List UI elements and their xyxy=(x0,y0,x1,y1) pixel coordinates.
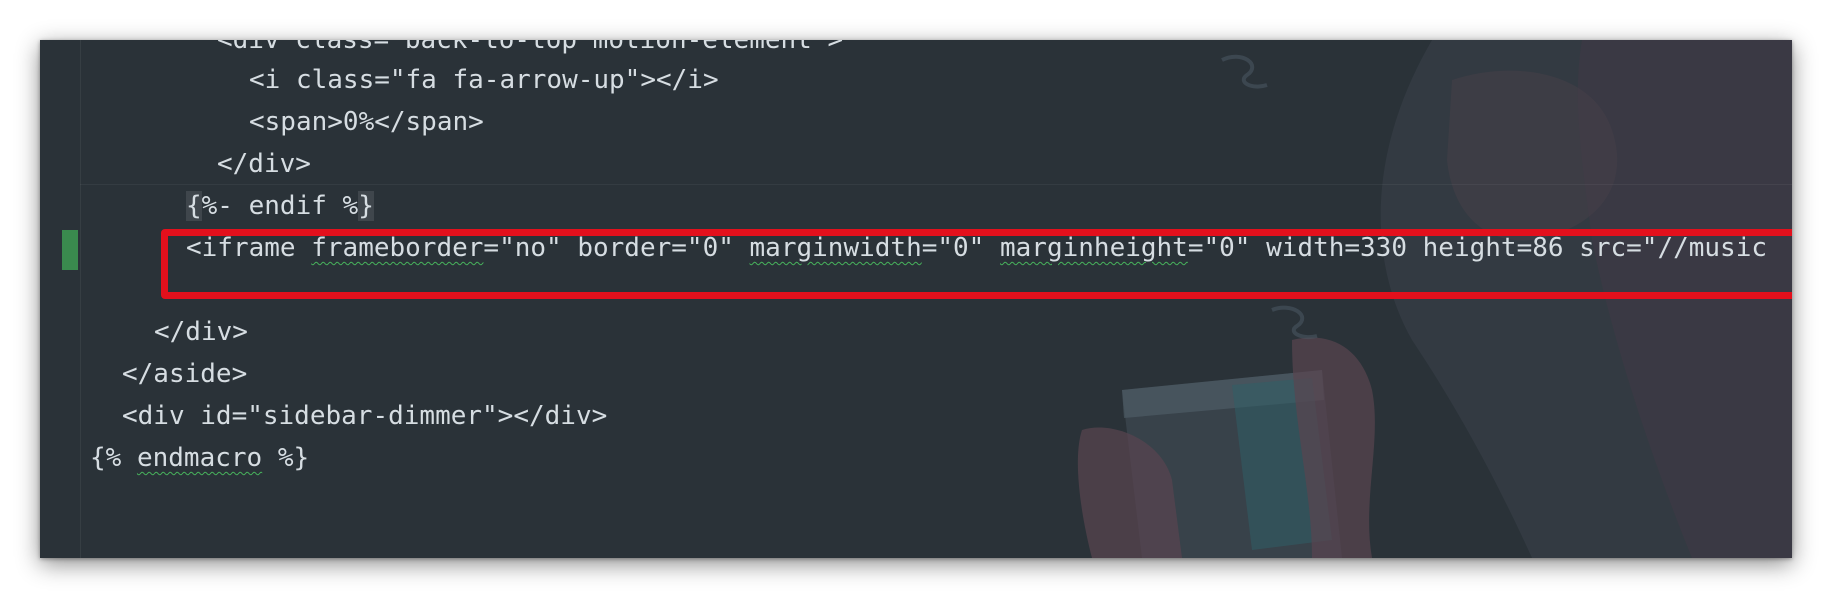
code-line[interactable]: <div class="back-to-top motion-element"> xyxy=(217,40,843,61)
macro-open: {% xyxy=(90,443,137,473)
code-line[interactable]: </div> xyxy=(217,143,311,185)
endif-text: %- endif % xyxy=(201,191,359,221)
code-line[interactable]: <i class="fa fa-arrow-up"></i> xyxy=(249,59,719,101)
code-line-endif[interactable]: {%- endif %} xyxy=(186,185,374,227)
matching-brace-close: } xyxy=(358,191,374,221)
macro-close: %} xyxy=(262,443,310,473)
code-line[interactable]: <span>0%</span> xyxy=(249,101,484,143)
endmacro-keyword: endmacro xyxy=(136,443,263,473)
code-line[interactable]: </aside> xyxy=(122,353,247,395)
annotation-highlight-box xyxy=(161,229,1792,299)
code-line[interactable]: </div> xyxy=(154,311,248,353)
matching-brace-open: { xyxy=(186,191,202,221)
code-line[interactable]: <div id="sidebar-dimmer"></div> xyxy=(122,395,607,437)
code-editor-window: <div class="back-to-top motion-element">… xyxy=(40,40,1792,558)
code-area[interactable]: <div class="back-to-top motion-element">… xyxy=(40,40,1792,558)
code-line-endmacro[interactable]: {% endmacro %} xyxy=(90,437,309,479)
